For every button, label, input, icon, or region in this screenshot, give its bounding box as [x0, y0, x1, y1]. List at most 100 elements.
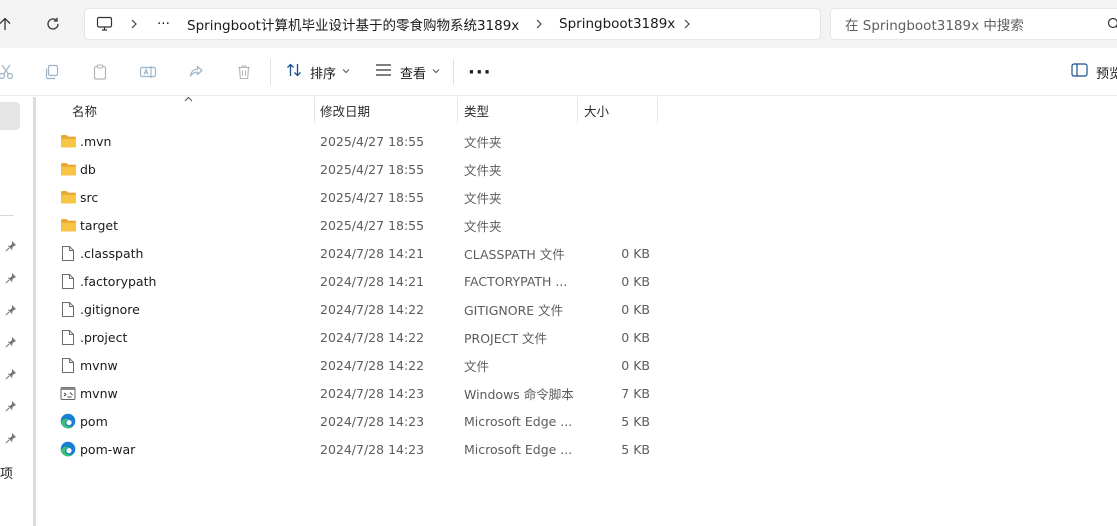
search-icon[interactable]	[1107, 17, 1117, 34]
computer-icon[interactable]	[96, 9, 113, 39]
pin-icon[interactable]	[5, 240, 17, 252]
column-separator[interactable]	[457, 97, 458, 123]
column-header: 名称 修改日期 类型 大小	[38, 96, 658, 123]
file-date-modified: 2025/4/27 18:55	[320, 217, 425, 233]
view-button[interactable]: 查看	[375, 60, 440, 84]
file-size: 0 KB	[621, 329, 650, 345]
column-date[interactable]: 修改日期	[320, 97, 370, 123]
folder-icon	[58, 155, 78, 183]
file-name: target	[80, 217, 119, 233]
pin-icon[interactable]	[5, 432, 17, 444]
file-date-modified: 2025/4/27 18:55	[320, 189, 425, 205]
chevron-right-icon[interactable]	[682, 9, 692, 39]
file-date-modified: 2024/7/28 14:21	[320, 245, 425, 261]
file-type: FACTORYPATH ...	[464, 273, 568, 289]
file-date-modified: 2024/7/28 14:23	[320, 441, 425, 457]
file-row[interactable]: .mvn 2025/4/27 18:55 文件夹	[38, 127, 658, 155]
share-icon[interactable]	[186, 62, 206, 82]
view-list-icon	[375, 63, 392, 81]
file-type: 文件	[464, 358, 490, 374]
preview-label: 预览	[1096, 66, 1117, 82]
pin-icon[interactable]	[5, 304, 17, 316]
file-row[interactable]: target 2025/4/27 18:55 文件夹	[38, 211, 658, 239]
column-separator[interactable]	[577, 97, 578, 123]
file-icon	[58, 351, 78, 379]
search-input[interactable]: 在 Springboot3189x 中搜索	[845, 9, 1024, 39]
address-bar[interactable]: ··· Springboot计算机毕业设计基于的零食购物系统3189x Spri…	[84, 8, 821, 40]
paste-icon[interactable]	[90, 62, 110, 82]
chevron-right-icon[interactable]	[129, 9, 139, 39]
file-size	[578, 155, 650, 183]
file-date-modified: 2024/7/28 14:22	[320, 301, 425, 317]
chevron-right-icon[interactable]	[534, 9, 544, 39]
search-box[interactable]: 在 Springboot3189x 中搜索	[830, 8, 1117, 40]
script-icon	[58, 379, 78, 407]
file-row[interactable]: .factorypath 2024/7/28 14:21 FACTORYPATH .…	[38, 267, 658, 295]
column-name[interactable]: 名称	[72, 97, 97, 123]
column-size[interactable]: 大小	[584, 97, 609, 123]
breadcrumb-item-current[interactable]: Springboot3189x	[559, 9, 675, 39]
edge-icon	[58, 435, 78, 463]
nav-item-label[interactable]: 项	[0, 463, 14, 482]
file-name: pom	[80, 413, 108, 429]
file-type: PROJECT 文件	[464, 330, 547, 346]
up-arrow-icon[interactable]	[0, 9, 20, 39]
file-type: CLASSPATH 文件	[464, 246, 565, 262]
pin-icon[interactable]	[5, 336, 17, 348]
nav-item-selected[interactable]	[0, 102, 20, 130]
file-row[interactable]: .classpath 2024/7/28 14:21 CLASSPATH 文件 0 K…	[38, 239, 658, 267]
file-date-modified: 2024/7/28 14:21	[320, 273, 425, 289]
copy-icon[interactable]	[42, 62, 62, 82]
toolbar-separator	[453, 59, 454, 85]
navigation-pane: 项	[0, 97, 32, 526]
edge-icon	[58, 407, 78, 435]
file-name: .classpath	[80, 245, 144, 261]
rename-icon[interactable]	[138, 62, 158, 82]
file-date-modified: 2025/4/27 18:55	[320, 161, 425, 177]
file-name: .factorypath	[80, 273, 157, 289]
folder-icon	[58, 211, 78, 239]
more-options-button[interactable]: ···	[468, 60, 492, 84]
file-row[interactable]: pom 2024/7/28 14:23 Microsoft Edge ... 5 KB	[38, 407, 658, 435]
delete-icon[interactable]	[234, 62, 254, 82]
breadcrumb-item-project[interactable]: Springboot计算机毕业设计基于的零食购物系统3189x	[187, 9, 519, 39]
file-name: src	[80, 189, 99, 205]
file-size	[578, 211, 650, 239]
file-icon	[58, 267, 78, 295]
column-separator[interactable]	[314, 97, 315, 123]
navigation-pane-scrollbar[interactable]	[33, 97, 36, 526]
sort-button[interactable]: 排序	[286, 60, 350, 84]
file-icon	[58, 239, 78, 267]
file-row[interactable]: mvnw 2024/7/28 14:22 文件 0 KB	[38, 351, 658, 379]
file-row[interactable]: db 2025/4/27 18:55 文件夹	[38, 155, 658, 183]
column-separator[interactable]	[657, 97, 658, 123]
pin-icon[interactable]	[5, 368, 17, 380]
file-row[interactable]: .project 2024/7/28 14:22 PROJECT 文件 0 KB	[38, 323, 658, 351]
address-row: ··· Springboot计算机毕业设计基于的零食购物系统3189x Spri…	[0, 0, 1117, 48]
file-row[interactable]: pom-war 2024/7/28 14:23 Microsoft Edge ...…	[38, 435, 658, 463]
file-type: Microsoft Edge ...	[464, 441, 573, 457]
toolbar-separator	[270, 59, 271, 85]
folder-icon	[58, 183, 78, 211]
column-type[interactable]: 类型	[464, 97, 489, 123]
file-size: 0 KB	[621, 245, 650, 261]
file-name: pom-war	[80, 441, 136, 457]
cut-icon[interactable]	[0, 62, 16, 82]
file-row[interactable]: src 2025/4/27 18:55 文件夹	[38, 183, 658, 211]
file-date-modified: 2024/7/28 14:22	[320, 357, 425, 373]
file-icon	[58, 295, 78, 323]
file-type: GITIGNORE 文件	[464, 302, 564, 318]
file-size: 0 KB	[621, 301, 650, 317]
file-size: 0 KB	[621, 273, 650, 289]
preview-pane-button[interactable]: 预览	[1071, 60, 1117, 84]
file-size: 0 KB	[621, 357, 650, 373]
file-row[interactable]: mvnw 2024/7/28 14:23 Windows 命令脚本 7 KB	[38, 379, 658, 407]
file-icon	[58, 323, 78, 351]
file-size	[578, 127, 650, 155]
file-name: mvnw	[80, 385, 118, 401]
refresh-icon[interactable]	[38, 9, 68, 39]
breadcrumb-overflow[interactable]: ···	[157, 9, 170, 39]
file-row[interactable]: .gitignore 2024/7/28 14:22 GITIGNORE 文件 0 K…	[38, 295, 658, 323]
pin-icon[interactable]	[5, 400, 17, 412]
pin-icon[interactable]	[5, 272, 17, 284]
